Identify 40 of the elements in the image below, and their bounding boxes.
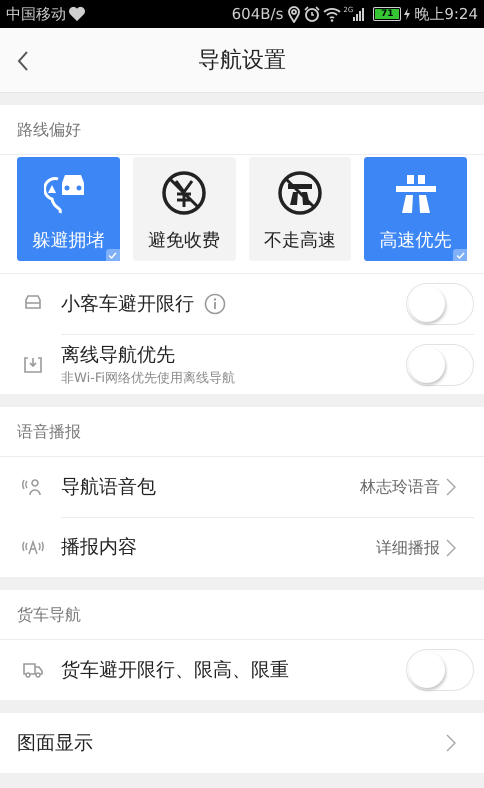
truck-icon <box>22 660 44 680</box>
signal-icon <box>353 7 366 21</box>
toggle-switch[interactable] <box>406 344 474 386</box>
setting-description: 非Wi-Fi网络优先使用离线导航 <box>61 370 236 388</box>
battery-level: 71 <box>375 9 400 19</box>
section-header: 语音播报 <box>17 420 81 442</box>
route-option[interactable]: 不走高速 <box>248 157 352 261</box>
setting-label: 离线导航优先 <box>61 342 175 368</box>
network-speed: 604B/s <box>232 4 284 25</box>
chevron-right-icon <box>446 734 456 752</box>
section-header: 货车导航 <box>17 604 81 626</box>
alarm-icon <box>304 6 320 22</box>
no-highway-icon <box>276 169 324 217</box>
chevron-right-icon <box>446 478 456 496</box>
toggle-switch[interactable] <box>406 283 474 325</box>
check-icon <box>453 249 467 261</box>
no-yen-icon <box>160 169 208 217</box>
chevron-right-icon <box>446 538 456 556</box>
setting-label: 小客车避开限行 <box>61 292 194 317</box>
download-icon <box>22 354 44 374</box>
carrier-name: 中国移动 <box>6 4 66 25</box>
clock: 晚上9:24 <box>414 4 478 25</box>
charging-icon <box>403 8 412 20</box>
wifi-icon <box>323 6 342 22</box>
location-icon <box>287 5 302 23</box>
back-icon <box>17 50 29 72</box>
setting-label: 导航语音包 <box>61 474 156 500</box>
setting-label: 播报内容 <box>61 535 137 560</box>
setting-value: 林志玲语音 <box>360 476 440 498</box>
check-icon <box>106 249 120 261</box>
heart-icon <box>68 6 86 22</box>
section-header: 路线偏好 <box>17 118 81 140</box>
route-option[interactable]: 高速优先 <box>364 157 467 261</box>
setting-label: 图面显示 <box>17 730 93 756</box>
route-option[interactable]: 避免收费 <box>132 157 236 261</box>
route-option[interactable]: 躲避拥堵 <box>17 157 120 261</box>
page-title: 导航设置 <box>198 46 286 74</box>
setting-value: 详细播报 <box>376 536 440 558</box>
setting-label: 货车避开限行、限高、限重 <box>61 658 289 683</box>
toggle-switch[interactable] <box>406 649 474 691</box>
